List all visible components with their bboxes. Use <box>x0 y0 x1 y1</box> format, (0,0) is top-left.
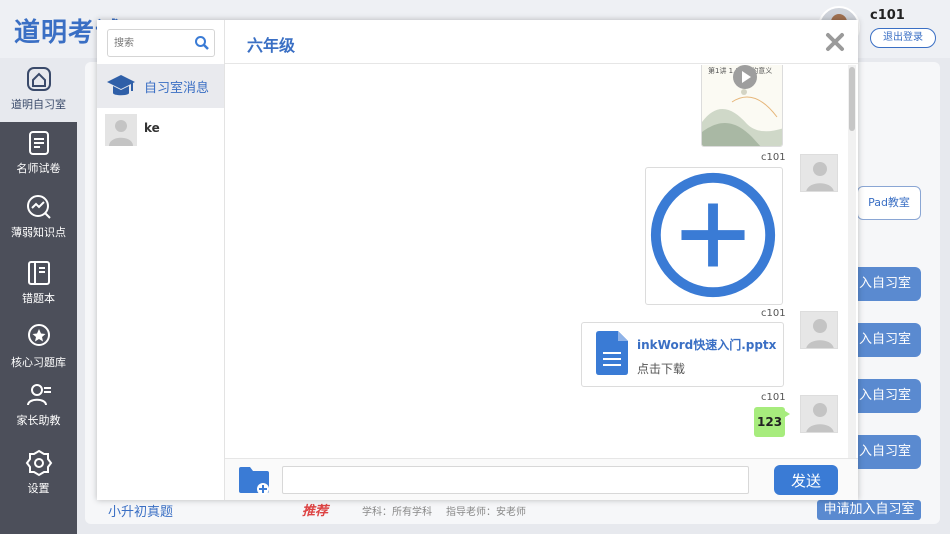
sidebar-label: 设置 <box>27 482 50 495</box>
text-message-bubble: 123 <box>754 407 786 437</box>
bubble-tail <box>782 409 790 419</box>
message-input[interactable] <box>282 466 749 494</box>
chat-pane: 六年级 第1讲 1.1 … 的意义 c101 <box>225 20 858 500</box>
sender-avatar[interactable] <box>800 154 838 192</box>
close-icon[interactable] <box>825 32 845 52</box>
notebook-icon <box>27 261 50 285</box>
sidebar-label: 核心习题库 <box>11 356 66 369</box>
subject-text: 学科：所有学科 <box>362 507 432 518</box>
search-box <box>107 29 215 57</box>
user-name: c101 <box>870 8 905 23</box>
sidebar-label: 错题本 <box>22 292 55 305</box>
file-message[interactable]: inkWord快速入门.pptx 点击下载 <box>581 322 784 387</box>
pad-classroom-button[interactable]: Pad教室 <box>857 186 921 220</box>
home-icon <box>26 67 51 91</box>
image-message[interactable] <box>645 167 783 305</box>
message-sender: c101 <box>761 152 786 163</box>
search-input[interactable] <box>114 34 190 52</box>
message-list: 第1讲 1.1 … 的意义 c101 c101 inkWord快 <box>225 65 858 458</box>
scrollbar-thumb[interactable] <box>849 67 855 131</box>
chat-header: 六年级 <box>225 20 858 64</box>
play-icon[interactable] <box>732 65 758 90</box>
sidebar-item-parent-assist[interactable]: 家长助教 <box>0 374 77 438</box>
contact-label: ke <box>144 121 160 135</box>
contact-list: 自习室消息 ke <box>97 20 225 500</box>
join-study-room-button[interactable]: 入自习室 <box>855 435 921 469</box>
paper-icon <box>28 131 49 155</box>
plus-circle-icon <box>650 172 776 298</box>
chat-dialog: 自习室消息 ke 六年级 第1讲 1.1 … 的意 <box>97 20 858 500</box>
teacher-text: 指导老师：安老师 <box>446 507 526 518</box>
video-message[interactable]: 第1讲 1.1 … 的意义 <box>701 65 783 147</box>
graduation-cap-icon <box>107 75 135 96</box>
file-name[interactable]: inkWord快速入门.pptx <box>637 336 776 353</box>
message-sender: c101 <box>761 392 786 403</box>
logout-button[interactable]: 退出登录 <box>870 28 936 48</box>
join-study-room-button[interactable]: 入自习室 <box>855 323 921 357</box>
download-link[interactable]: 点击下载 <box>637 360 685 377</box>
sidebar-item-weak-points[interactable]: 薄弱知识点 <box>0 186 77 250</box>
contact-item-study-room-messages[interactable]: 自习室消息 <box>97 64 224 108</box>
exam-label: 小升初真题 <box>108 505 174 520</box>
sender-avatar[interactable] <box>800 395 838 433</box>
contact-label: 自习室消息 <box>144 81 210 96</box>
send-button[interactable]: 发送 <box>774 465 838 495</box>
sidebar-label: 名师试卷 <box>16 162 61 175</box>
parent-icon <box>26 384 51 406</box>
sidebar-item-mistakes[interactable]: 错题本 <box>0 252 77 316</box>
folder-upload-icon[interactable] <box>239 465 271 495</box>
gear-icon <box>25 449 52 477</box>
sidebar: 道明自习室 名师试卷 薄弱知识点 错题本 核心习题库 家长助教 设置 <box>0 58 77 534</box>
document-icon <box>596 331 628 375</box>
sidebar-item-papers[interactable]: 名师试卷 <box>0 122 77 186</box>
sidebar-item-settings[interactable]: 设置 <box>0 442 77 506</box>
apply-join-button[interactable]: 申请加入自习室 <box>817 500 921 520</box>
join-study-room-button[interactable]: 入自习室 <box>855 267 921 301</box>
sidebar-label: 薄弱知识点 <box>11 226 66 239</box>
chat-title: 六年级 <box>247 36 296 55</box>
chart-icon <box>26 195 51 219</box>
message-scrollbar[interactable] <box>848 65 856 458</box>
message-sender: c101 <box>761 308 786 319</box>
sidebar-label: 家长助教 <box>16 414 61 427</box>
sidebar-label: 道明自习室 <box>11 98 66 111</box>
search-icon[interactable] <box>194 35 210 51</box>
recommend-label: 推荐 <box>302 504 329 519</box>
sender-avatar[interactable] <box>800 311 838 349</box>
star-badge-icon <box>27 324 50 346</box>
message-input-bar: 发送 <box>225 458 858 500</box>
sidebar-item-question-bank[interactable]: 核心习题库 <box>0 316 77 380</box>
sidebar-item-study-room[interactable]: 道明自习室 <box>0 58 77 122</box>
join-study-room-button[interactable]: 入自习室 <box>855 379 921 413</box>
contact-item-ke[interactable]: ke <box>97 108 224 152</box>
user-avatar-icon <box>105 114 137 146</box>
